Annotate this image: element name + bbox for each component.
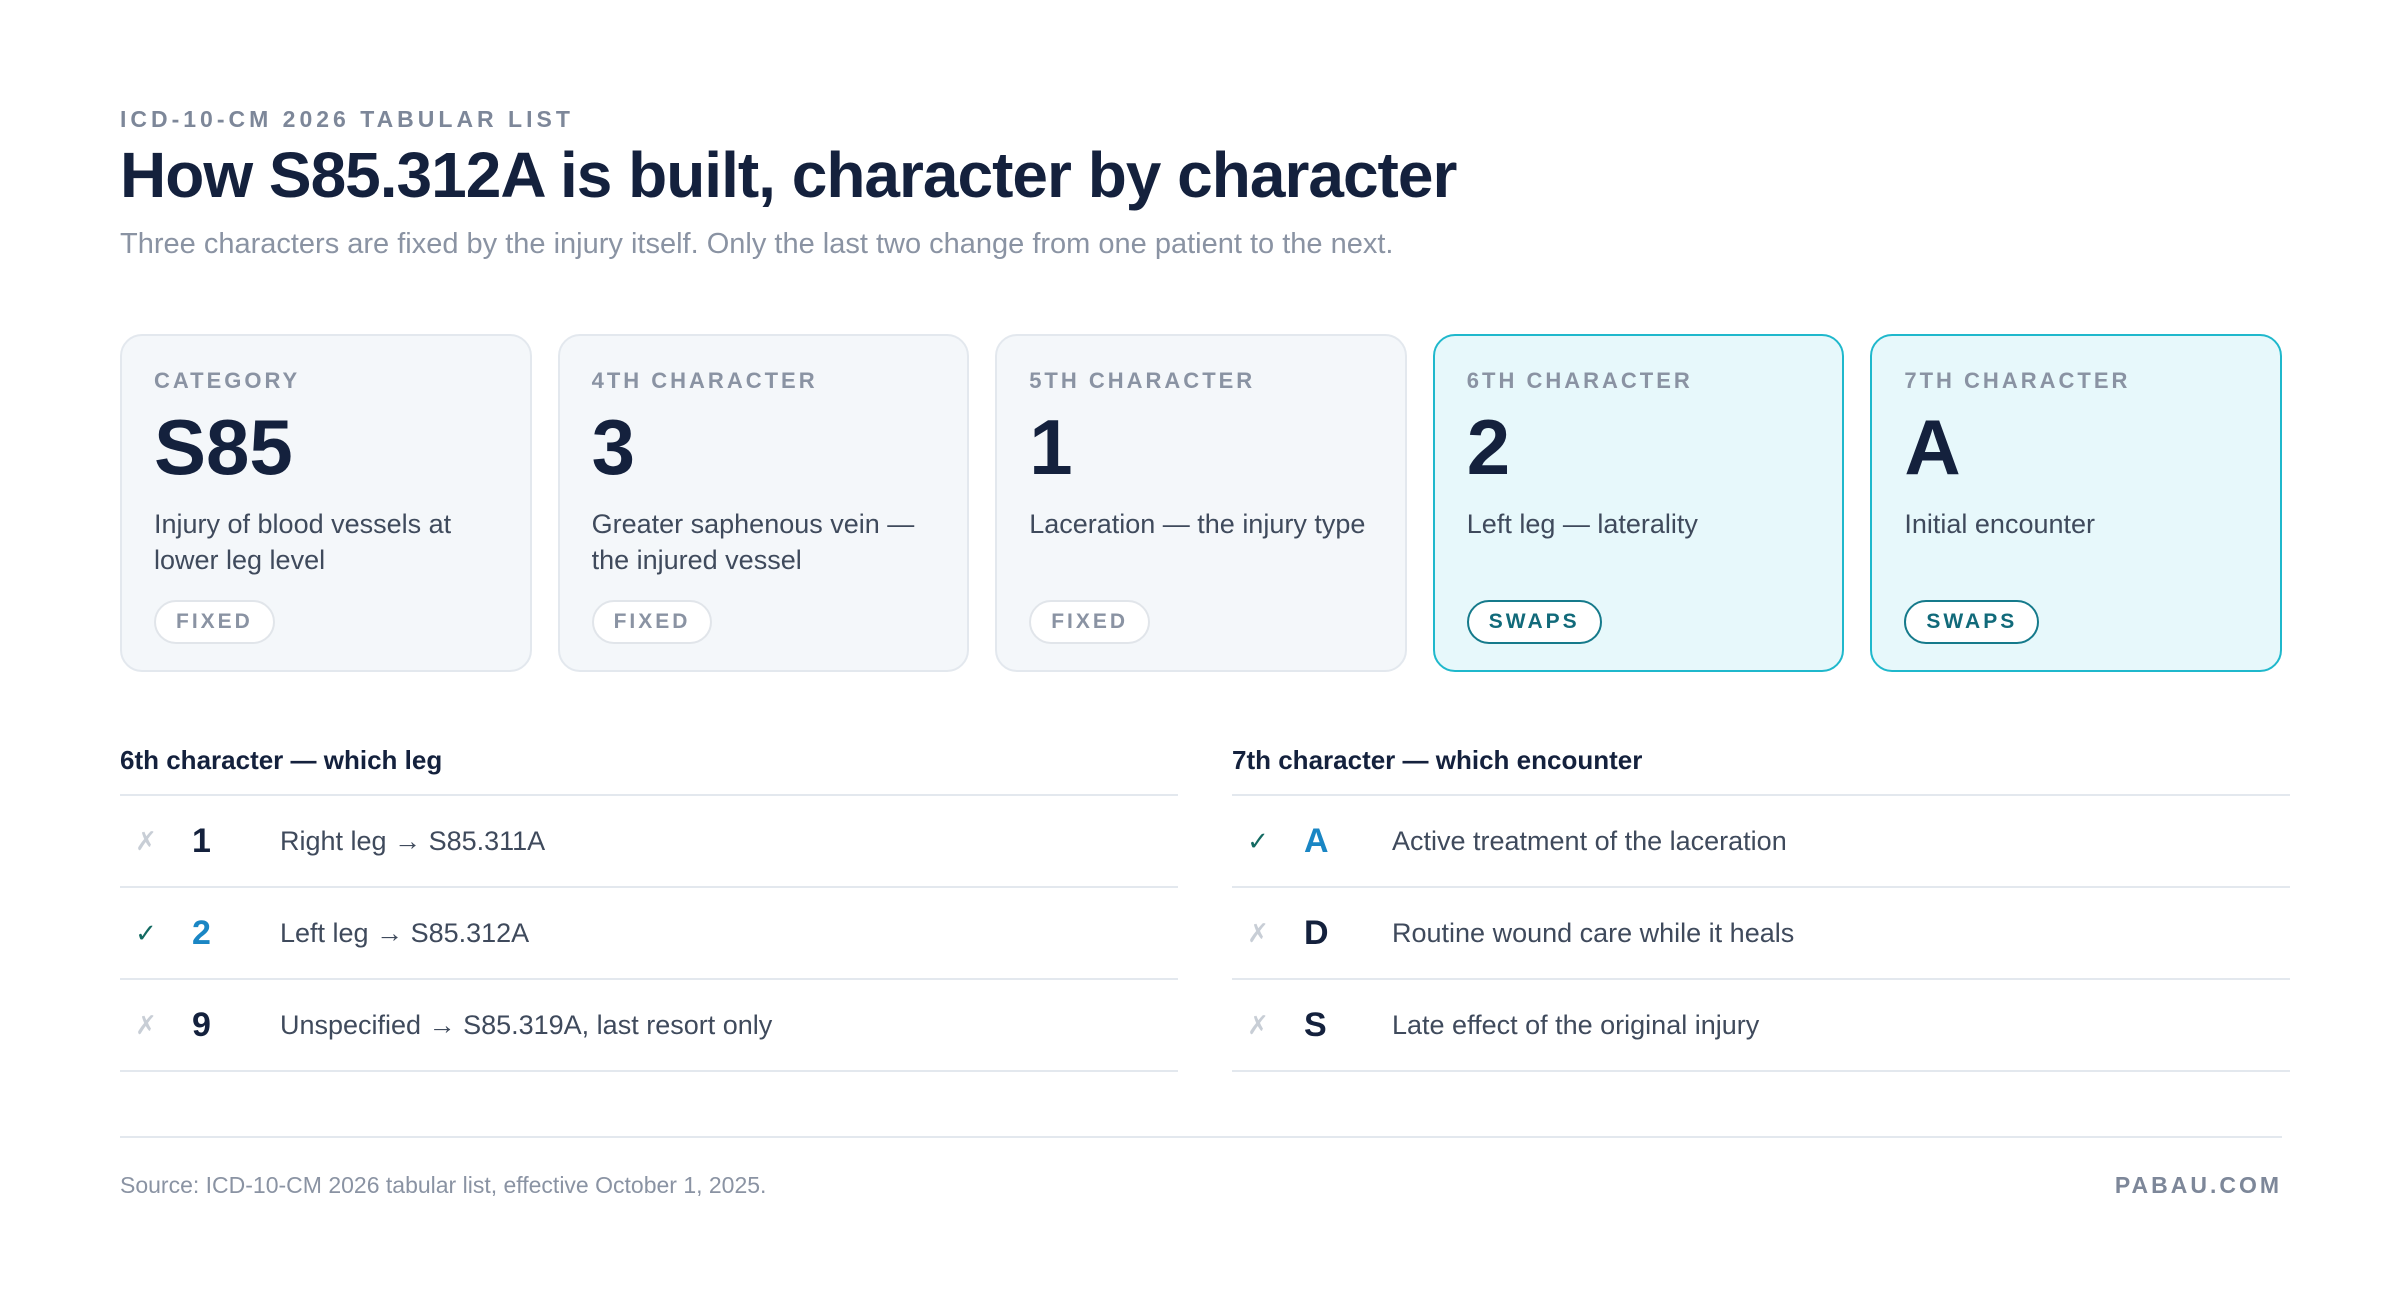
table-row: ✓ A Active treatment of the laceration — [1232, 796, 2290, 888]
cross-icon: ✗ — [135, 825, 157, 856]
table-row: ✗ S Late effect of the original injury — [1232, 980, 2290, 1072]
card-label: 4TH CHARACTER — [591, 368, 818, 393]
table-row: ✗ D Routine wound care while it heals — [1232, 888, 2290, 980]
option-text: Routine wound care while it heals — [1392, 917, 1795, 948]
table-heading: 7th character — which encounter — [1232, 742, 2290, 796]
fixed-badge: FIXED — [591, 600, 713, 644]
character-cards: CATEGORY S85 Injury of blood vessels at … — [120, 334, 2282, 672]
source-note: Source: ICD-10-CM 2026 tabular list, eff… — [120, 1172, 767, 1198]
fixed-badge: FIXED — [1029, 600, 1151, 644]
table-row: ✗ 1 Right leg → S85.311A — [120, 796, 1178, 888]
option-code: S — [1304, 1005, 1327, 1044]
card-label: 6TH CHARACTER — [1466, 368, 1693, 393]
option-code: 9 — [192, 1005, 211, 1044]
option-text: Active treatment of the laceration — [1392, 825, 1787, 856]
card-value: 1 — [1029, 403, 1073, 491]
option-code: 2 — [192, 913, 211, 952]
card-value: 2 — [1466, 403, 1511, 491]
seventh-character-table: 7th character — which encounter ✓ A Acti… — [1232, 742, 2290, 1072]
card-description: Initial encounter — [1904, 509, 2095, 539]
card-value: A — [1904, 403, 1961, 491]
table-heading: 6th character — which leg — [120, 742, 1178, 796]
card-description: Laceration — the injury type — [1029, 509, 1366, 539]
option-text: Left leg → S85.312A — [280, 917, 530, 948]
card-value: 3 — [591, 403, 635, 491]
check-icon: ✓ — [1247, 825, 1269, 856]
card-7th-character: 7TH CHARACTER A Initial encounter SWAPS — [1870, 334, 2282, 672]
card-description: Left leg — laterality — [1466, 509, 1698, 539]
option-code: A — [1304, 821, 1329, 860]
card-label: 7TH CHARACTER — [1904, 368, 2131, 393]
card-description: Greater saphenous vein — the injured ves… — [591, 509, 915, 575]
eyebrow: ICD-10-CM 2026 TABULAR LIST — [120, 106, 574, 132]
card-4th-character: 4TH CHARACTER 3 Greater saphenous vein —… — [557, 334, 970, 672]
option-text: Right leg → S85.311A — [280, 825, 546, 856]
swaps-badge: SWAPS — [1904, 600, 2040, 644]
card-label: 5TH CHARACTER — [1029, 368, 1256, 393]
card-5th-character: 5TH CHARACTER 1 Laceration — the injury … — [995, 334, 1407, 672]
option-code: 1 — [192, 821, 211, 860]
table-row: ✓ 2 Left leg → S85.312A — [120, 888, 1178, 980]
cross-icon: ✗ — [1247, 917, 1269, 948]
footer-divider — [120, 1136, 2282, 1138]
page-subtitle: Three characters are fixed by the injury… — [120, 228, 1394, 260]
page: ICD-10-CM 2026 TABULAR LIST How S85.312A… — [120, 0, 2290, 1308]
card-label: CATEGORY — [154, 368, 301, 393]
check-icon: ✓ — [135, 917, 157, 948]
card-6th-character: 6TH CHARACTER 2 Left leg — laterality SW… — [1432, 334, 1845, 672]
option-text: Unspecified → S85.319A, last resort only — [280, 1009, 773, 1040]
option-text: Late effect of the original injury — [1392, 1009, 1760, 1040]
table-row: ✗ 9 Unspecified → S85.319A, last resort … — [120, 980, 1178, 1072]
brand-link[interactable]: PABAU.COM — [2115, 1172, 2282, 1199]
card-category: CATEGORY S85 Injury of blood vessels at … — [120, 334, 532, 672]
fixed-badge: FIXED — [154, 600, 275, 644]
swaps-badge: SWAPS — [1466, 600, 1602, 644]
cross-icon: ✗ — [135, 1009, 157, 1040]
card-description: Injury of blood vessels at lower leg lev… — [154, 509, 452, 575]
page-title: How S85.312A is built, character by char… — [120, 139, 1457, 211]
cross-icon: ✗ — [1247, 1009, 1269, 1040]
option-code: D — [1304, 913, 1329, 952]
sixth-character-table: 6th character — which leg ✗ 1 Right leg … — [120, 742, 1178, 1072]
card-value: S85 — [154, 403, 293, 491]
